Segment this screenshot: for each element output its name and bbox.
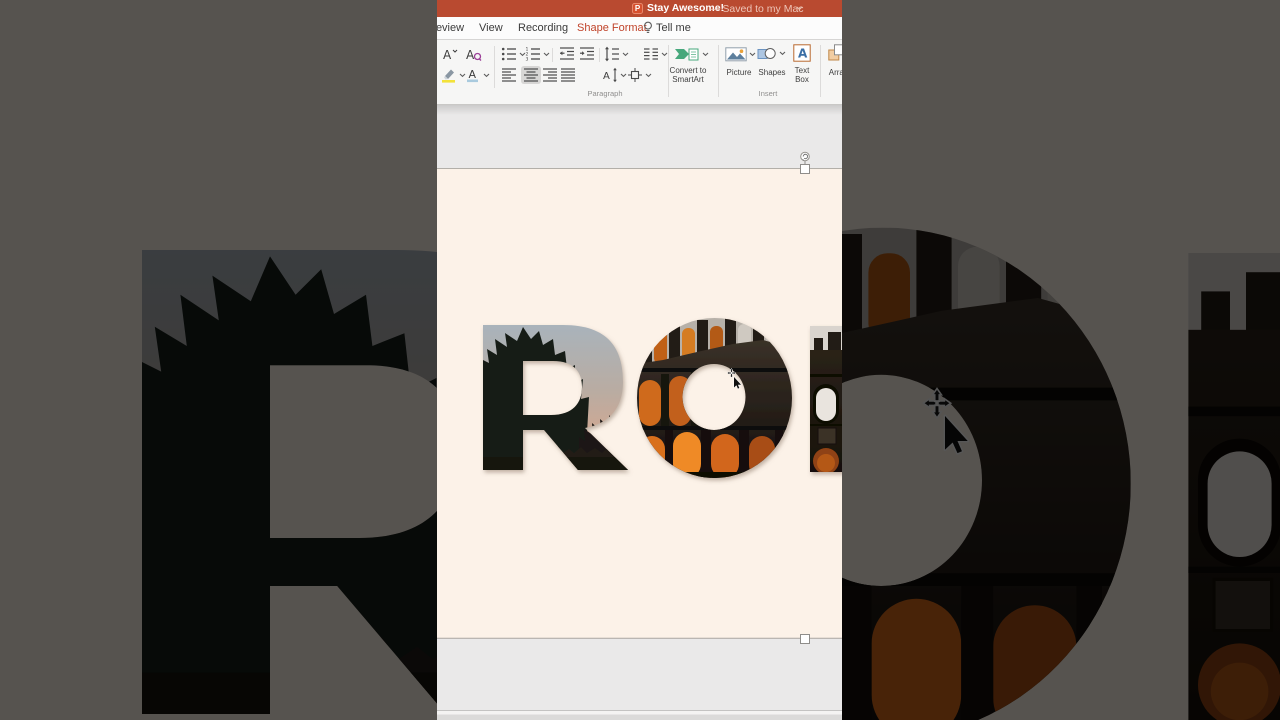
picture-button[interactable] — [725, 45, 756, 63]
workspace-bottom — [437, 639, 842, 710]
bullets-button[interactable] — [501, 46, 526, 62]
tab-recording[interactable]: Recording — [518, 22, 568, 34]
tell-me-bulb-icon — [643, 21, 653, 35]
resize-handle-top[interactable] — [800, 164, 810, 174]
text-box-button[interactable] — [793, 44, 811, 62]
shrink-font-button[interactable] — [442, 46, 458, 62]
tab-shape-format[interactable]: Shape Format — [577, 22, 647, 34]
resize-handle-bottom[interactable] — [800, 634, 810, 644]
group-divider — [718, 45, 719, 97]
tab-review[interactable]: Review — [437, 22, 464, 34]
tab-view[interactable]: View — [479, 22, 503, 34]
statusbar — [437, 714, 842, 720]
convert-to-smartart-button[interactable] — [674, 45, 709, 63]
align-left-button[interactable] — [501, 67, 517, 83]
shapes-icon — [757, 45, 777, 61]
divider — [552, 48, 553, 62]
decrease-indent-button[interactable] — [559, 46, 575, 62]
align-text-button[interactable] — [627, 67, 652, 83]
shapes-label: Shapes — [758, 68, 786, 77]
insert-group-label: Insert — [758, 89, 778, 98]
ribbon-tab-bar: Review View Recording Shape Format Tell … — [437, 17, 842, 40]
text-box-label: Text Box — [794, 66, 810, 85]
group-divider — [820, 45, 821, 97]
letter-m-picture[interactable] — [806, 326, 842, 474]
text-box-icon — [793, 44, 811, 62]
ribbon-shadow — [437, 105, 842, 115]
increase-indent-button[interactable] — [579, 46, 595, 62]
tab-tell-me[interactable]: Tell me — [656, 22, 691, 34]
status-chevron-icon[interactable] — [796, 6, 803, 11]
highlight-color-button[interactable] — [441, 67, 466, 83]
justify-button[interactable] — [560, 67, 576, 83]
numbering-button[interactable] — [525, 46, 550, 62]
arrange-label: Arrange — [828, 68, 842, 77]
smartart-icon — [674, 45, 700, 63]
text-direction-button[interactable] — [602, 67, 627, 83]
font-color-button[interactable] — [465, 67, 490, 83]
screen: A A A 123 A A — [0, 0, 1280, 720]
divider — [599, 48, 600, 62]
powerpoint-app-icon: P — [632, 3, 643, 14]
powerpoint-window: P Stay Awesome! — Saved to my Mac Review… — [437, 0, 842, 720]
clear-formatting-button[interactable] — [466, 46, 482, 62]
arrange-icon — [828, 44, 842, 62]
align-right-button[interactable] — [542, 67, 558, 83]
shapes-button[interactable] — [757, 45, 786, 61]
align-center-button[interactable] — [521, 66, 541, 84]
statusbar-highlight — [437, 711, 842, 715]
save-status[interactable]: — Saved to my Mac — [709, 3, 804, 15]
titlebar: P Stay Awesome! — Saved to my Mac — [437, 0, 842, 17]
columns-button[interactable] — [643, 46, 668, 62]
convert-to-smartart-label: Convert to SmartArt — [669, 66, 707, 85]
ribbon: Paragraph Convert to SmartArt Picture Sh… — [437, 40, 842, 105]
arrange-button[interactable] — [828, 44, 842, 62]
picture-icon — [725, 45, 747, 63]
line-spacing-button[interactable] — [604, 46, 629, 62]
slide-workspace — [437, 105, 842, 720]
paragraph-group-label: Paragraph — [587, 89, 623, 98]
group-divider — [494, 46, 495, 88]
